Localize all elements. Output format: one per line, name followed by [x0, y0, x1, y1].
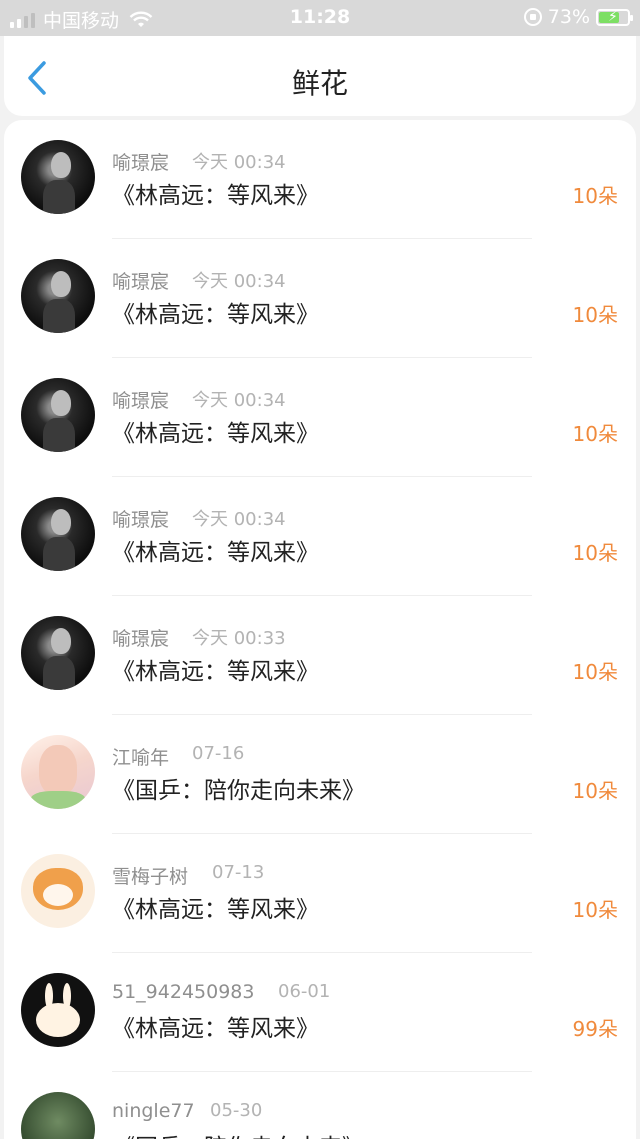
timestamp: 今天 00:34	[192, 152, 286, 173]
username: 喻璟宸	[112, 628, 170, 650]
list-item[interactable]: 51_942450983 06-01 《林高远：等风来》 99朵	[4, 953, 636, 1072]
book-title: 《林高远：等风来》	[112, 1016, 319, 1042]
flower-count: 10朵	[572, 303, 618, 327]
battery-icon: ⚡	[596, 8, 633, 26]
timestamp: 今天 00:33	[192, 628, 286, 649]
flower-count: 10朵	[572, 898, 618, 922]
flower-count: 10朵	[572, 779, 618, 803]
username: ningle77	[112, 1100, 195, 1122]
book-title: 《林高远：等风来》	[112, 183, 319, 209]
timestamp: 07-13	[212, 862, 265, 883]
flower-count: 10朵	[572, 660, 618, 684]
avatar[interactable]	[21, 735, 95, 809]
timestamp: 06-01	[278, 981, 331, 1002]
timestamp: 今天 00:34	[192, 271, 286, 292]
flower-count: 99朵	[572, 1017, 618, 1041]
book-title: 《林高远：等风来》	[112, 897, 319, 923]
username: 喻璟宸	[112, 152, 170, 174]
flower-count: 10朵	[572, 184, 618, 208]
list-item[interactable]: 喻璟宸 今天 00:34 《林高远：等风来》 10朵	[4, 358, 636, 477]
list-item[interactable]: 雪梅子树 07-13 《林高远：等风来》 10朵	[4, 834, 636, 953]
page-title: 鲜花	[291, 67, 348, 100]
timestamp: 今天 00:34	[192, 509, 286, 530]
status-bar: 中国移动 11:28 73% ⚡	[0, 0, 640, 36]
timestamp: 07-16	[192, 743, 245, 764]
username: 雪梅子树	[112, 866, 189, 888]
username: 51_942450983	[112, 981, 255, 1003]
book-title: 《林高远：等风来》	[112, 540, 319, 566]
avatar[interactable]	[21, 1092, 95, 1139]
list-item[interactable]: 江喻年 07-16 《国乒：陪你走向未来》 10朵	[4, 715, 636, 834]
flower-count: 10朵	[572, 422, 618, 446]
username: 喻璟宸	[112, 271, 170, 293]
timestamp: 今天 00:34	[192, 390, 286, 411]
book-title: 《国乒：陪你走向未来》	[112, 778, 365, 804]
book-title: 《国乒：陪你走向未来》	[112, 1128, 365, 1139]
username: 喻璟宸	[112, 509, 170, 531]
list-item[interactable]: 喻璟宸 今天 00:34 《林高远：等风来》 10朵	[4, 477, 636, 596]
avatar[interactable]	[21, 497, 95, 571]
username: 江喻年	[112, 747, 170, 769]
avatar[interactable]	[21, 259, 95, 333]
avatar[interactable]	[21, 973, 95, 1047]
nav-bar: 鲜花	[4, 36, 636, 116]
flower-count: 10朵	[572, 541, 618, 565]
avatar[interactable]	[21, 616, 95, 690]
avatar[interactable]	[21, 140, 95, 214]
username: 喻璟宸	[112, 390, 170, 412]
book-title: 《林高远：等风来》	[112, 659, 319, 685]
avatar[interactable]	[21, 378, 95, 452]
book-title: 《林高远：等风来》	[112, 421, 319, 447]
avatar[interactable]	[21, 854, 95, 928]
book-title: 《林高远：等风来》	[112, 302, 319, 328]
status-right: 73% ⚡	[523, 6, 633, 28]
battery-percent: 73%	[547, 6, 590, 28]
list-item[interactable]: 喻璟宸 今天 00:34 《林高远：等风来》 10朵	[4, 239, 636, 358]
flower-list: 喻璟宸 今天 00:34 《林高远：等风来》 10朵 喻璟宸 今天 00:34 …	[4, 120, 636, 1139]
charging-bolt-icon: ⚡	[608, 8, 618, 25]
list-item[interactable]: 喻璟宸 今天 00:33 《林高远：等风来》 10朵	[4, 596, 636, 715]
timestamp: 05-30	[210, 1100, 263, 1121]
orientation-lock-icon	[523, 8, 542, 26]
list-item[interactable]: ningle77 05-30 《国乒：陪你走向未来》	[4, 1072, 636, 1139]
list-item[interactable]: 喻璟宸 今天 00:34 《林高远：等风来》 10朵	[4, 120, 636, 239]
